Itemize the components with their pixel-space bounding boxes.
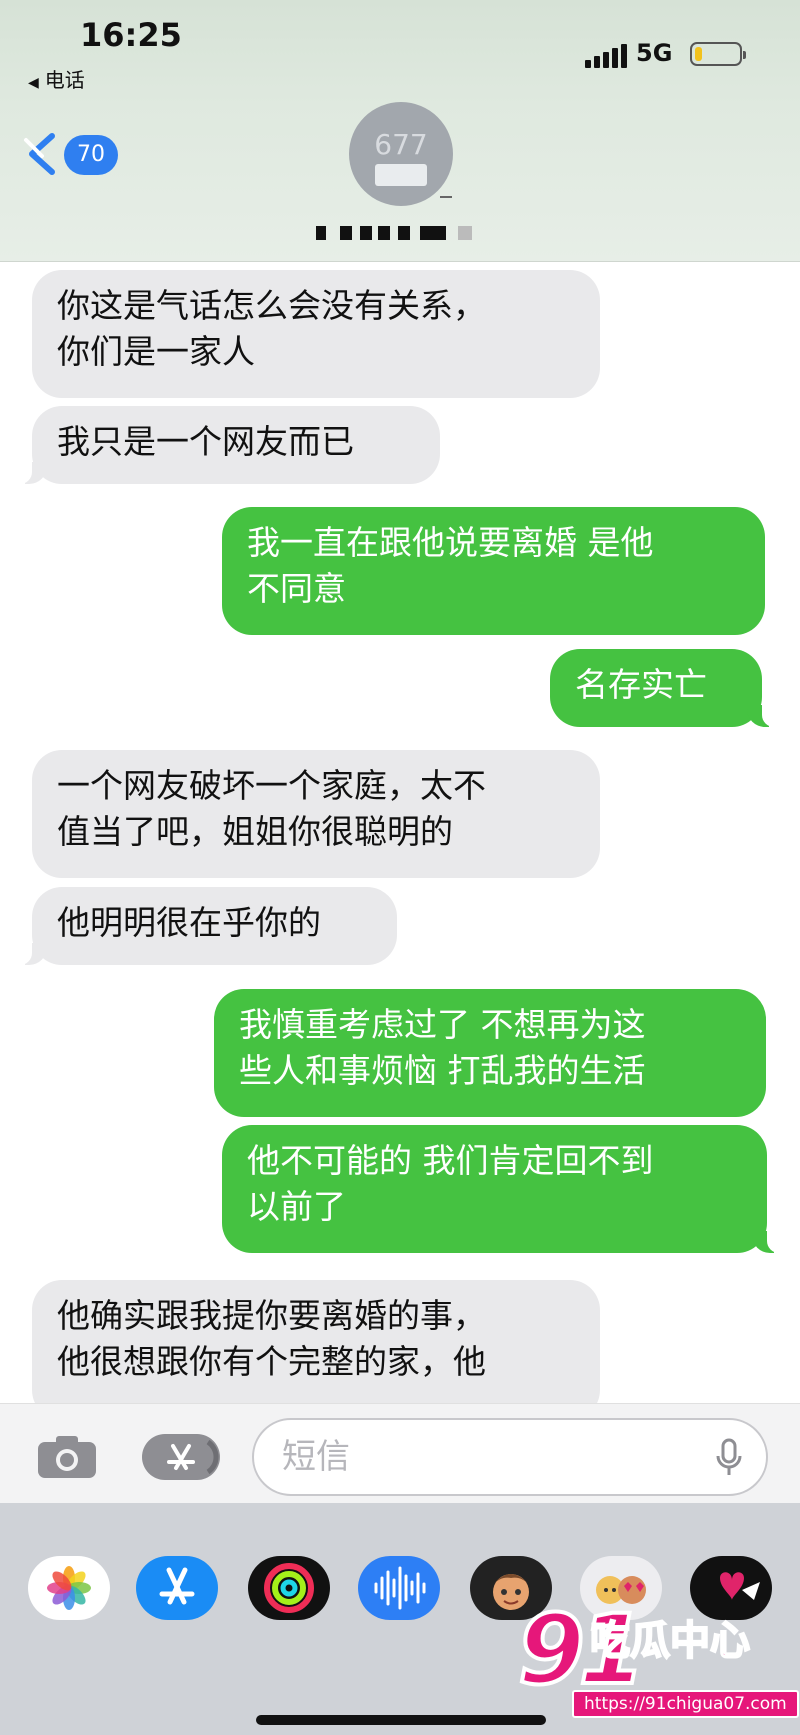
site-watermark: 91 吃瓜中心 https://91chigua07.com xyxy=(516,1592,800,1735)
microphone-icon[interactable] xyxy=(714,1438,744,1478)
conversation-header: 16:25 ◀ 电话 5G 70 677 xyxy=(0,0,800,262)
message-bubble-incoming[interactable]: 我只是一个网友而已 xyxy=(18,406,440,484)
camera-icon[interactable] xyxy=(36,1434,98,1480)
avatar-redaction xyxy=(375,164,427,186)
message-bubble-incoming[interactable]: 一个网友破坏一个家庭，太不 值当了吧，姐姐你很聪明的 xyxy=(32,750,600,878)
unread-count-badge[interactable]: 70 xyxy=(64,135,118,175)
app-store-icon xyxy=(167,1439,219,1475)
avatar-initials: 677 xyxy=(374,128,428,161)
message-bubble-incoming[interactable]: 他确实跟我提你要离婚的事， 他很想跟你有个完整的家，他 xyxy=(32,1280,600,1403)
back-triangle-icon: ◀ xyxy=(28,75,39,91)
contact-avatar[interactable]: 677 xyxy=(349,102,453,206)
battery-icon xyxy=(690,42,746,66)
message-bubble-outgoing[interactable]: 我一直在跟他说要离婚 是他 不同意 xyxy=(222,507,765,635)
message-bubble-incoming[interactable]: 他明明很在乎你的 xyxy=(18,887,397,965)
compose-bar xyxy=(0,1403,800,1503)
contact-name-redacted[interactable] xyxy=(316,226,516,242)
avatar-dash xyxy=(440,196,452,198)
photos-icon[interactable] xyxy=(28,1556,110,1620)
watermark-url: https://91chigua07.com xyxy=(572,1690,799,1718)
message-text-field[interactable] xyxy=(252,1418,768,1496)
chevron-left-icon[interactable] xyxy=(22,130,64,178)
audio-message-icon[interactable] xyxy=(358,1556,440,1620)
activity-icon[interactable] xyxy=(248,1556,330,1620)
message-input[interactable] xyxy=(282,1434,702,1480)
app-store-icon[interactable] xyxy=(136,1556,218,1620)
message-bubble-outgoing[interactable]: 我慎重考虑过了 不想再为这 些人和事烦恼 打乱我的生活 xyxy=(214,989,766,1117)
home-indicator[interactable] xyxy=(256,1715,546,1725)
back-to-app-link[interactable]: ◀ 电话 xyxy=(28,64,85,93)
battery-fill xyxy=(695,47,702,61)
signal-strength-icon xyxy=(585,44,627,68)
message-bubble-outgoing[interactable]: 他不可能的 我们肯定回不到 以前了 xyxy=(222,1125,781,1253)
status-time: 16:25 xyxy=(80,16,182,54)
back-app-label: 电话 xyxy=(44,68,85,92)
network-type: 5G xyxy=(636,39,673,67)
message-bubble-incoming[interactable]: 你这是气话怎么会没有关系， 你们是一家人 xyxy=(32,270,600,398)
message-bubble-outgoing[interactable]: 名存实亡 xyxy=(550,649,776,727)
message-thread[interactable]: 你这是气话怎么会没有关系， 你们是一家人 我只是一个网友而已 我一直在跟他说要离… xyxy=(0,263,800,1403)
watermark-title: 吃瓜中心 xyxy=(589,1617,751,1665)
app-store-button[interactable] xyxy=(142,1434,220,1480)
